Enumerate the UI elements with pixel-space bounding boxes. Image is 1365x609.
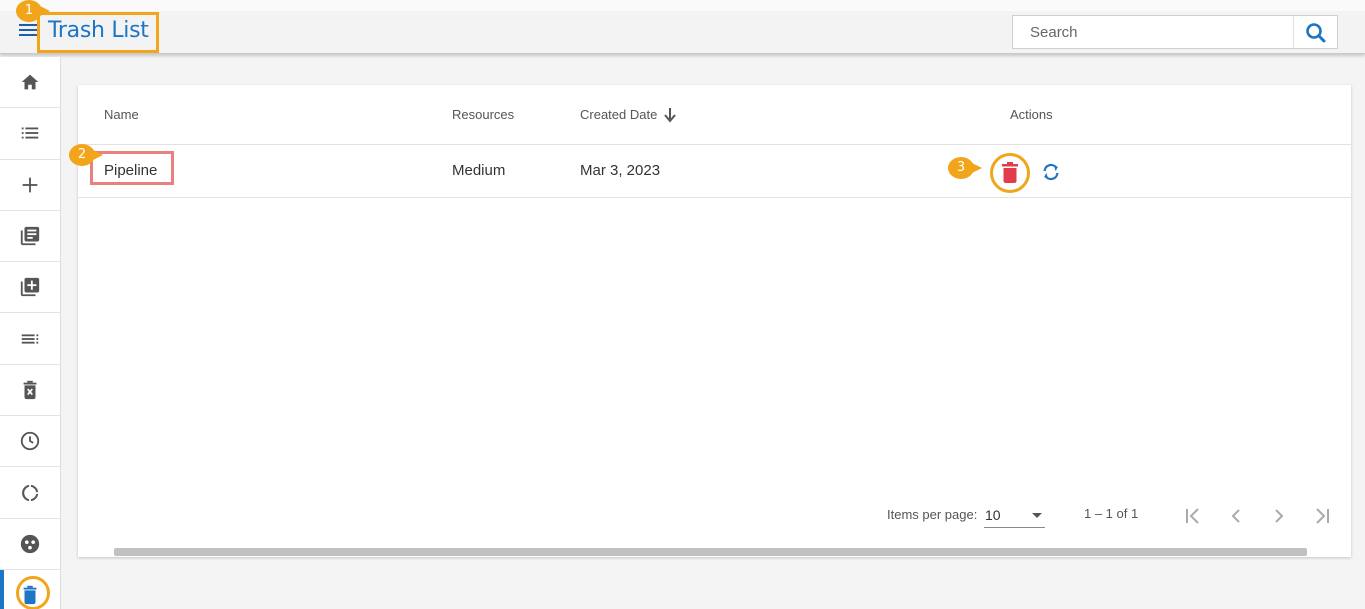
sidebar-item-add-box[interactable] [0, 262, 60, 314]
column-header-created-date[interactable]: Created Date [580, 107, 657, 122]
sidebar-item-create[interactable] [0, 160, 60, 211]
first-page-icon [1186, 508, 1199, 524]
header-divider [78, 144, 1351, 145]
horizontal-scrollbar[interactable] [114, 548, 1307, 556]
sidebar [0, 57, 61, 609]
items-per-page-select[interactable]: 10 [984, 502, 1045, 528]
sidebar-item-trash[interactable] [0, 569, 60, 609]
row-name: Pipeline [104, 162, 158, 179]
hamburger-menu-icon[interactable] [19, 24, 37, 40]
plus-icon [22, 177, 38, 193]
previous-page-button[interactable] [1222, 502, 1250, 530]
clock-icon [20, 432, 40, 451]
search-button[interactable] [1293, 16, 1337, 48]
sidebar-item-list[interactable] [0, 108, 60, 160]
annotation-badge-2: 2 [69, 144, 103, 166]
page-title: Trash List [48, 18, 149, 43]
column-header-name[interactable]: Name [104, 107, 139, 122]
annotation-badge-3: 3 [948, 157, 982, 179]
home-icon [21, 74, 39, 90]
top-bar: Trash List [0, 0, 1365, 54]
row-divider [78, 197, 1351, 198]
chevron-left-icon [1231, 509, 1240, 523]
chevron-right-icon [1275, 509, 1284, 523]
delete-permanently-button[interactable] [1000, 159, 1020, 185]
list-icon [21, 127, 39, 139]
annotation-badge-1: 1 [16, 0, 50, 22]
row-created-date: Mar 3, 2023 [580, 162, 661, 179]
top-strip [0, 0, 1365, 11]
search-box [1012, 15, 1338, 49]
last-page-icon [1316, 508, 1329, 524]
sidebar-item-home[interactable] [0, 57, 60, 109]
restore-sync-icon [1043, 163, 1059, 181]
items-per-page-label: Items per page: [887, 507, 978, 522]
first-page-button[interactable] [1179, 502, 1207, 530]
row-resources: Medium [452, 162, 506, 179]
items-per-page-value: 10 [985, 507, 1001, 523]
sort-arrow-down-icon[interactable] [663, 107, 677, 123]
pagination-range: 1 – 1 of 1 [1084, 506, 1139, 521]
search-input[interactable] [1013, 16, 1293, 48]
last-page-button[interactable] [1308, 502, 1336, 530]
active-highlight-ring [16, 575, 50, 609]
restore-button[interactable] [1040, 161, 1062, 183]
trash-table-card: Name Resources Created Date Actions Pipe… [78, 85, 1351, 557]
add-box-icon [20, 278, 40, 297]
sidebar-item-trash-x[interactable] [0, 365, 60, 417]
column-header-actions: Actions [1010, 107, 1053, 122]
progress-ring-icon [22, 484, 39, 501]
search-icon [1306, 23, 1326, 43]
trash-x-icon [23, 380, 37, 400]
column-header-resources[interactable]: Resources [452, 107, 514, 122]
sidebar-item-list-sort[interactable] [0, 313, 60, 365]
sidebar-item-history[interactable] [0, 416, 60, 468]
sidebar-item-library[interactable] [0, 211, 60, 263]
next-page-button[interactable] [1265, 502, 1293, 530]
library-icon [20, 226, 40, 246]
sidebar-item-progress[interactable] [0, 467, 60, 519]
list-sort-icon [21, 334, 39, 344]
sidebar-item-group[interactable] [0, 519, 60, 570]
group-icon [20, 534, 40, 553]
trash-icon [1002, 162, 1018, 183]
dropdown-caret-icon [1032, 513, 1042, 518]
